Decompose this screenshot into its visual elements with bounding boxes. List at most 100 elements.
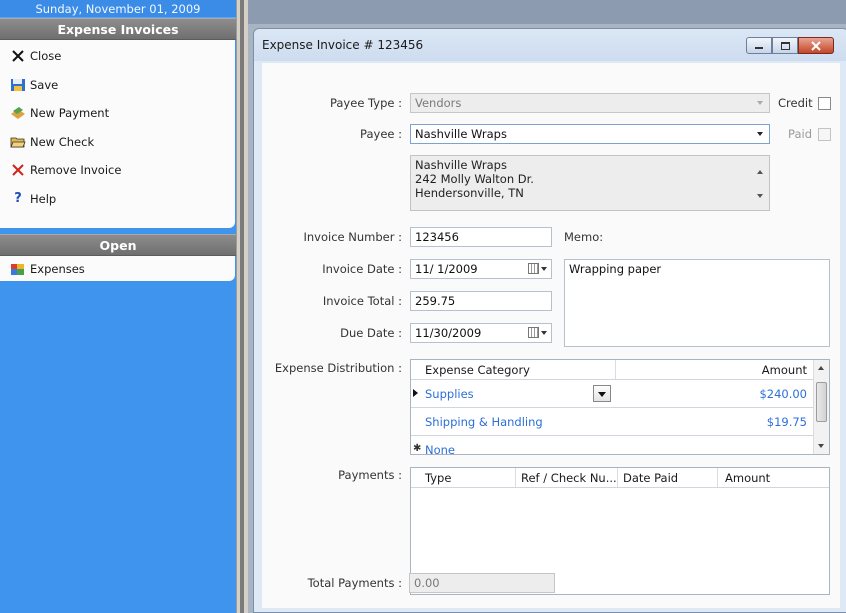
close-x-icon [10, 48, 26, 64]
calendar-icon[interactable] [528, 263, 547, 274]
column-header-type[interactable]: Type [425, 471, 451, 485]
save-disk-icon [10, 77, 26, 93]
scrollbar-thumb[interactable] [816, 382, 827, 422]
vertical-scrollbar[interactable] [813, 360, 829, 454]
address-line: Hendersonville, TN [415, 186, 524, 200]
workspace: Expense Invoice # 123456 Payee Type : Ve… [248, 0, 846, 613]
new-payment-task[interactable]: New Payment [0, 99, 235, 128]
help-task[interactable]: ? Help [0, 185, 235, 214]
invoice-date-label: Invoice Date : [322, 262, 402, 276]
category-cell[interactable]: None [425, 443, 455, 454]
payee-address-box[interactable]: Nashville Wraps 242 Molly Walton Dr. Hen… [410, 155, 770, 211]
invoice-window: Expense Invoice # 123456 Payee Type : Ve… [253, 28, 846, 613]
payee-select[interactable]: Nashville Wraps [410, 124, 770, 144]
invoice-total-label: Invoice Total : [322, 294, 402, 308]
remove-invoice-task[interactable]: Remove Invoice [0, 156, 235, 185]
section-header-expense-invoices[interactable]: Expense Invoices [0, 18, 236, 40]
grid-header: Expense Category Amount [411, 360, 813, 380]
column-header-ref[interactable]: Ref / Check Nu... [521, 471, 617, 485]
invoice-total-input[interactable]: 259.75 [410, 291, 552, 311]
close-icon [811, 40, 821, 51]
invoice-date-value: 11/ 1/2009 [415, 262, 478, 276]
minimize-icon [755, 47, 763, 49]
scroll-up-icon[interactable] [818, 366, 824, 370]
chart-icon [10, 261, 26, 277]
amount-cell[interactable]: $19.75 [767, 415, 807, 429]
new-check-task[interactable]: New Check [0, 128, 235, 157]
remove-x-icon [10, 162, 26, 178]
chevron-down-icon [757, 101, 763, 105]
pane-splitter[interactable] [236, 0, 248, 613]
credit-label: Credit [778, 96, 813, 110]
amount-cell[interactable]: $240.00 [759, 387, 807, 401]
table-row[interactable]: ✱ None [411, 438, 813, 454]
credit-checkbox[interactable] [818, 97, 831, 110]
new-row-icon: ✱ [413, 443, 422, 454]
paid-checkbox[interactable] [818, 128, 831, 141]
open-folder-icon [10, 134, 26, 150]
category-cell[interactable]: Shipping & Handling [425, 415, 543, 429]
column-header-amount[interactable]: Amount [762, 363, 807, 377]
new-payment-task-label: New Payment [30, 106, 110, 121]
memo-textarea[interactable]: Wrapping paper [564, 259, 830, 347]
close-task[interactable]: Close [0, 42, 235, 71]
invoice-date-picker[interactable]: 11/ 1/2009 [410, 259, 552, 279]
column-header-category[interactable]: Expense Category [425, 363, 530, 377]
due-date-picker[interactable]: 11/30/2009 [410, 323, 552, 343]
payee-value: Nashville Wraps [415, 127, 507, 141]
table-row[interactable]: Shipping & Handling $19.75 [411, 408, 813, 436]
open-list: Expenses [0, 256, 235, 281]
chevron-down-icon [757, 132, 763, 136]
navigation-pane: Sunday, November 01, 2009 Expense Invoic… [0, 0, 236, 613]
close-task-label: Close [30, 49, 62, 64]
window-controls [746, 37, 834, 54]
window-title: Expense Invoice # 123456 [262, 38, 424, 52]
address-line: 242 Molly Walton Dr. [415, 172, 534, 186]
remove-invoice-task-label: Remove Invoice [30, 163, 122, 178]
invoice-number-input[interactable]: 123456 [410, 227, 552, 247]
invoice-number-label: Invoice Number : [303, 230, 403, 244]
expense-distribution-label: Expense Distribution : [274, 361, 402, 375]
save-task[interactable]: Save [0, 71, 235, 100]
total-payments-value: 0.00 [409, 573, 555, 593]
expense-distribution-grid[interactable]: Expense Category Amount Supplies $240.00… [410, 359, 830, 455]
current-date: Sunday, November 01, 2009 [0, 0, 236, 18]
category-dropdown-button[interactable] [593, 385, 611, 402]
help-task-label: Help [30, 191, 57, 206]
payee-type-value: Vendors [415, 96, 462, 110]
task-list: Close Save New Payment New Check Remove … [0, 40, 235, 228]
scroll-down-icon[interactable] [818, 444, 824, 448]
close-button[interactable] [798, 37, 834, 54]
paid-label: Paid [788, 127, 812, 141]
payee-label: Payee : [360, 127, 402, 141]
invoice-form: Payee Type : Vendors Credit Payee : Nash… [262, 63, 840, 608]
scroll-up-icon[interactable] [757, 170, 763, 174]
new-check-task-label: New Check [30, 134, 95, 149]
maximize-button[interactable] [772, 37, 798, 54]
open-item-expenses-label: Expenses [30, 261, 85, 276]
open-item-expenses[interactable]: Expenses [0, 256, 235, 281]
payee-type-select[interactable]: Vendors [410, 93, 770, 113]
total-payments-label: Total Payments : [307, 576, 402, 590]
due-date-value: 11/30/2009 [415, 326, 482, 340]
table-row[interactable]: Supplies $240.00 [411, 380, 813, 408]
payments-label: Payments : [338, 468, 402, 482]
chevron-down-icon [598, 392, 606, 397]
row-indicator-icon [413, 389, 418, 397]
due-date-label: Due Date : [340, 326, 402, 340]
memo-label: Memo: [564, 230, 604, 244]
address-line: Nashville Wraps [415, 158, 507, 172]
column-header-amount[interactable]: Amount [725, 471, 770, 485]
minimize-button[interactable] [746, 37, 772, 54]
payee-type-label: Payee Type : [329, 96, 402, 110]
help-icon: ? [14, 191, 22, 207]
column-header-date-paid[interactable]: Date Paid [623, 471, 678, 485]
maximize-icon [780, 41, 790, 50]
scroll-down-icon[interactable] [757, 194, 763, 198]
save-task-label: Save [30, 77, 59, 92]
money-icon [10, 105, 26, 121]
category-cell[interactable]: Supplies [425, 387, 474, 401]
grid-header: Type Ref / Check Nu... Date Paid Amount [411, 468, 829, 488]
section-header-open[interactable]: Open [0, 234, 236, 256]
calendar-icon[interactable] [528, 327, 547, 338]
